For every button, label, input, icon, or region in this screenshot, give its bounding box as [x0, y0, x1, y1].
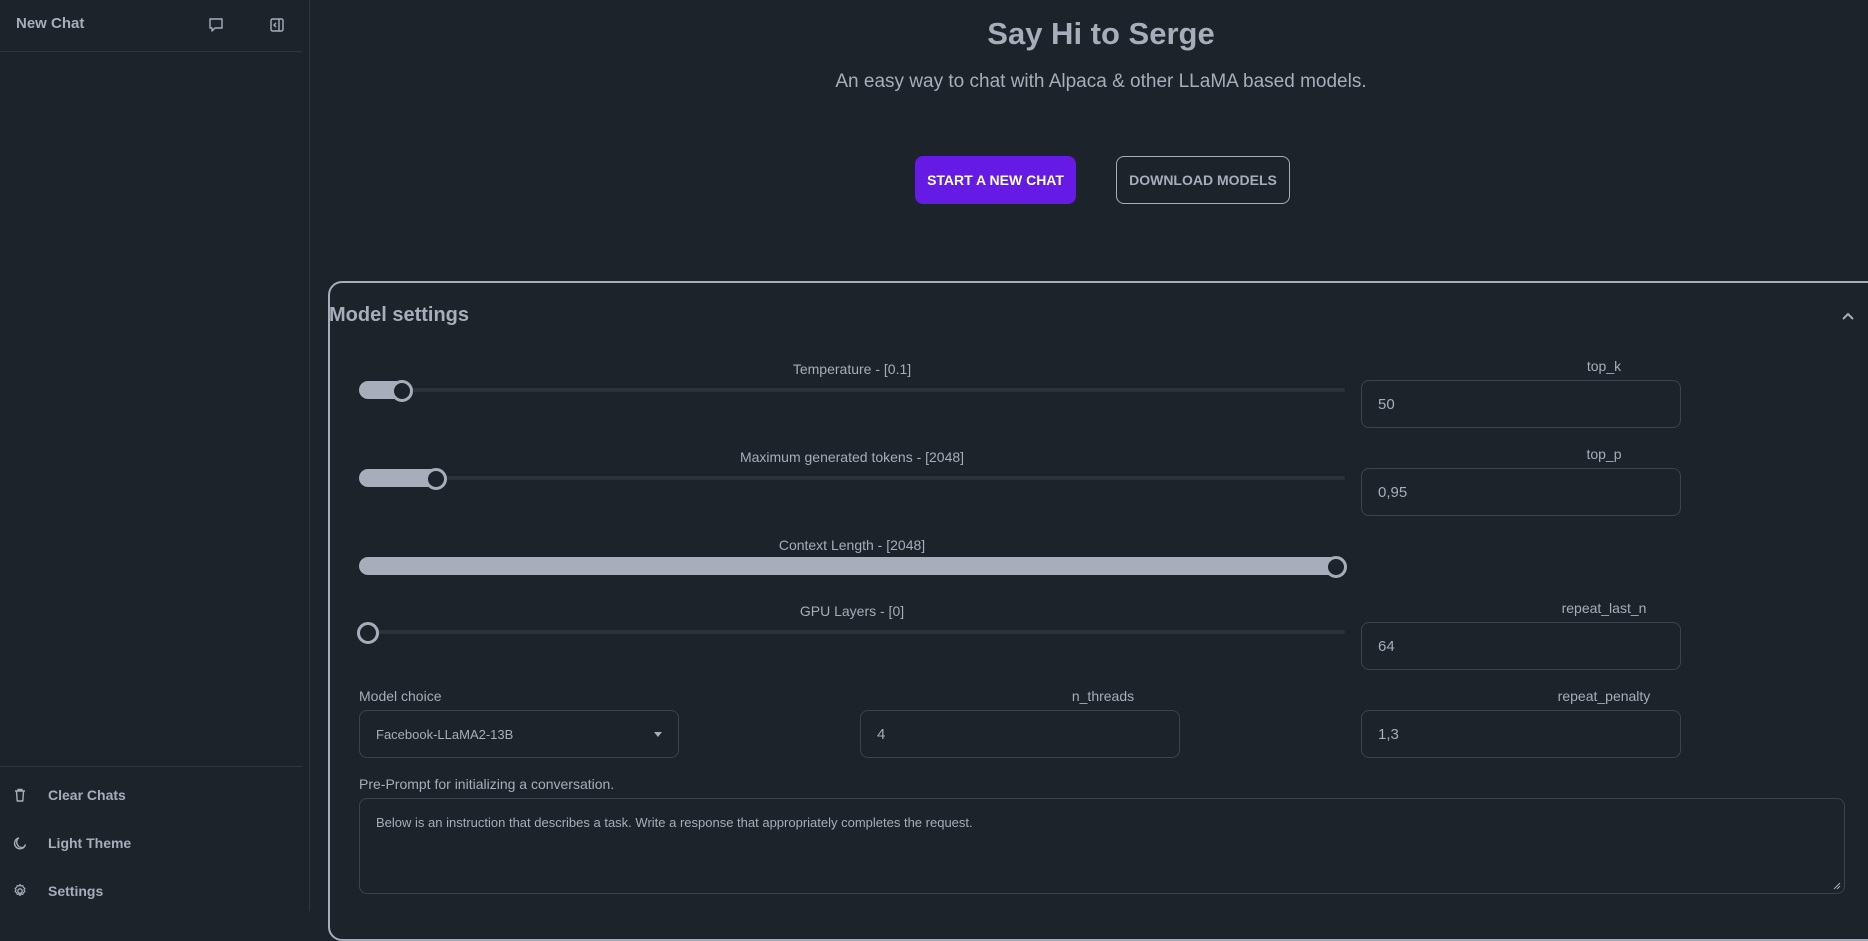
context-length-label: Context Length - [2048] [778, 537, 926, 553]
repeat-last-n-input[interactable]: 64 [1361, 622, 1681, 670]
page-subtitle: An easy way to chat with Alpaca & other … [835, 71, 1367, 92]
light-theme-label: Light Theme [48, 835, 132, 851]
sidebar-footer [0, 766, 302, 767]
sidebar-header: New Chat [0, 0, 302, 52]
chat-bubble-icon[interactable] [204, 13, 228, 37]
light-theme-button[interactable]: Light Theme [0, 821, 302, 865]
moon-icon [10, 833, 30, 853]
preprompt-text: Below is an instruction that describes a… [376, 815, 973, 830]
model-choice-label: Model choice [359, 688, 442, 704]
chevron-up-icon[interactable] [1838, 306, 1858, 326]
clear-chats-label: Clear Chats [48, 787, 126, 803]
context-length-fill [359, 557, 1345, 575]
gpu-layers-slider[interactable] [357, 622, 379, 644]
gear-icon [10, 881, 30, 901]
resize-grip-icon[interactable] [1833, 882, 1841, 890]
settings-button[interactable]: Settings [0, 869, 302, 913]
top-k-input[interactable]: 50 [1361, 380, 1681, 428]
max-tokens-slider[interactable] [424, 468, 447, 490]
settings-label: Settings [48, 883, 104, 899]
repeat-penalty-input[interactable]: 1,3 [1361, 710, 1681, 758]
context-length-slider[interactable] [1325, 556, 1347, 578]
gpu-layers-track[interactable] [359, 630, 1345, 634]
n-threads-label: n_threads [1071, 688, 1135, 704]
trash-icon [10, 785, 30, 805]
model-choice-select[interactable]: Facebook-LLaMA2-13B [359, 710, 679, 758]
repeat-last-n-label: repeat_last_n [1561, 600, 1647, 616]
start-new-chat-button[interactable]: START A NEW CHAT [915, 156, 1076, 204]
model-settings-title[interactable]: Model settings [329, 304, 469, 327]
top-k-label: top_k [1586, 358, 1622, 374]
sidebar-collapse-icon[interactable] [265, 13, 289, 37]
caret-down-icon [654, 732, 662, 737]
temperature-track[interactable] [359, 388, 1345, 392]
temperature-slider[interactable] [390, 380, 413, 402]
model-choice-value: Facebook-LLaMA2-13B [376, 726, 514, 742]
download-models-button[interactable]: DOWNLOAD MODELS [1116, 156, 1290, 204]
preprompt-textarea[interactable]: Below is an instruction that describes a… [359, 798, 1845, 894]
repeat-penalty-label: repeat_penalty [1557, 688, 1651, 704]
sidebar: New Chat Clear Chats Light Theme Setting… [0, 0, 310, 911]
page-title: Say Hi to Serge [987, 16, 1215, 51]
top-p-label: top_p [1586, 446, 1622, 462]
gpu-layers-label: GPU Layers - [0] [799, 603, 905, 619]
top-p-input[interactable]: 0,95 [1361, 468, 1681, 516]
n-threads-input[interactable]: 4 [860, 710, 1180, 758]
max-tokens-label: Maximum generated tokens - [2048] [739, 449, 965, 465]
max-tokens-track[interactable] [359, 476, 1345, 480]
temperature-label: Temperature - [0.1] [792, 361, 912, 377]
new-chat-title[interactable]: New Chat [16, 15, 84, 32]
clear-chats-button[interactable]: Clear Chats [0, 773, 302, 817]
preprompt-label: Pre-Prompt for initializing a conversati… [359, 776, 615, 792]
